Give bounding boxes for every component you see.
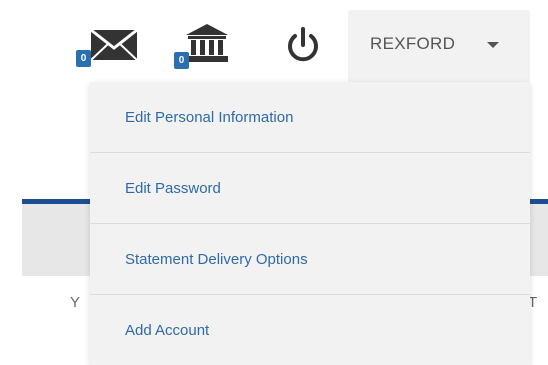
menu-item-label: Add Account bbox=[125, 321, 210, 339]
menu-item-add-account[interactable]: Add Account bbox=[90, 295, 530, 365]
menu-item-statement-delivery-options[interactable]: Statement Delivery Options bbox=[90, 224, 530, 294]
power-icon bbox=[288, 27, 318, 62]
background-text-fragment: Y bbox=[70, 294, 81, 311]
menu-item-edit-password[interactable]: Edit Password bbox=[90, 153, 530, 223]
mail-icon bbox=[90, 28, 138, 61]
accounts-button[interactable]: 0 bbox=[172, 22, 238, 70]
caret-down-icon bbox=[487, 42, 499, 48]
accounts-badge: 0 bbox=[174, 52, 189, 69]
menu-item-label: Edit Password bbox=[125, 179, 221, 197]
menu-item-label: Edit Personal Information bbox=[125, 108, 294, 126]
menu-item-edit-personal-information[interactable]: Edit Personal Information bbox=[90, 82, 530, 152]
user-dropdown-menu: Edit Personal Information Edit Password … bbox=[90, 82, 530, 365]
logout-button[interactable] bbox=[280, 22, 326, 70]
page: Y T 0 0 REXFORD Edit Personal Informatio… bbox=[0, 0, 548, 365]
bank-icon bbox=[186, 24, 228, 62]
mail-button[interactable]: 0 bbox=[74, 22, 146, 70]
menu-item-label: Statement Delivery Options bbox=[125, 250, 308, 268]
user-name: REXFORD bbox=[370, 34, 456, 53]
mail-badge: 0 bbox=[76, 50, 91, 67]
